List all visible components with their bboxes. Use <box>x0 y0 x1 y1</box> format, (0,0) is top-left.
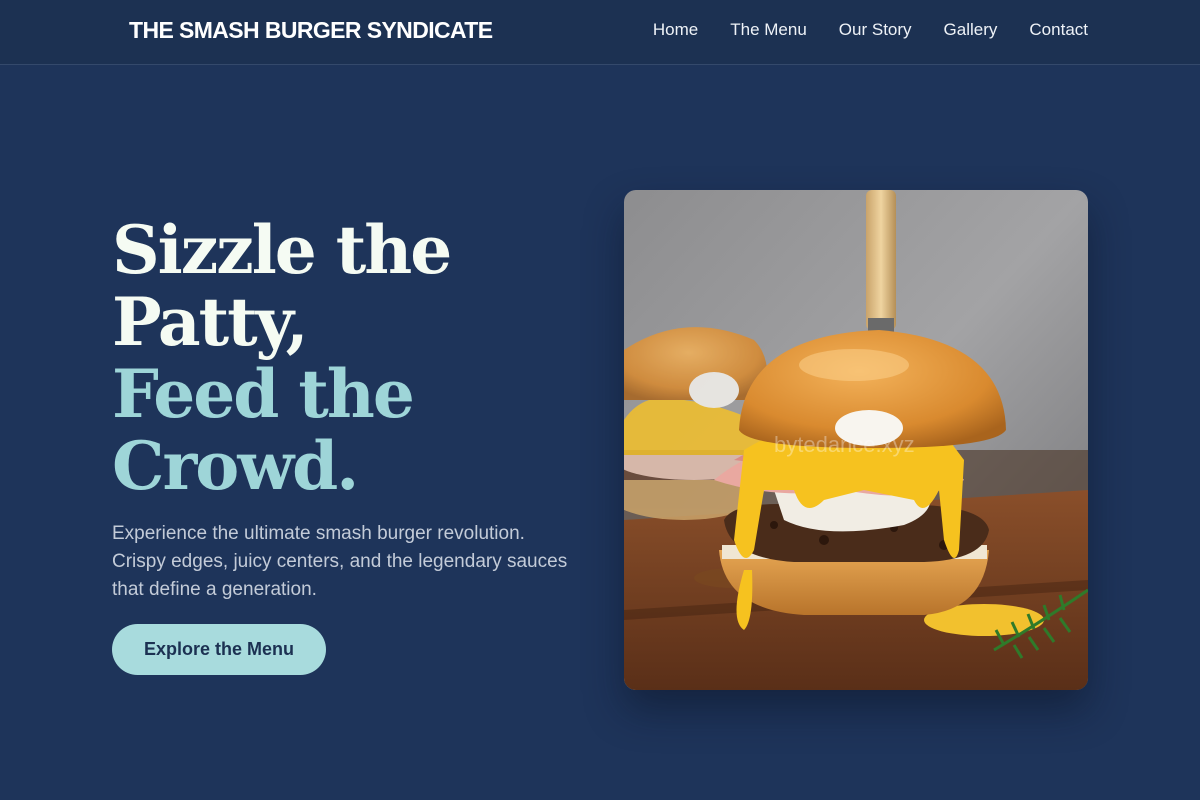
headline-line-3: Feed the <box>112 355 415 433</box>
hero-headline: Sizzle the Patty, Feed the Crowd. <box>112 214 592 502</box>
nav-link-menu[interactable]: The Menu <box>730 20 807 40</box>
headline-line-1: Sizzle the <box>112 211 452 289</box>
nav-link-gallery[interactable]: Gallery <box>944 20 998 40</box>
headline-line-4: Crowd. <box>112 427 359 505</box>
explore-menu-button[interactable]: Explore the Menu <box>112 624 327 675</box>
nav-link-contact[interactable]: Contact <box>1029 20 1088 40</box>
photo-watermark: bytedance.xyz <box>774 432 915 457</box>
nav-link-home[interactable]: Home <box>653 20 698 40</box>
hero-text: Sizzle the Patty, Feed the Crowd. Experi… <box>112 214 592 675</box>
hero-subtitle: Experience the ultimate smash burger rev… <box>112 523 568 600</box>
main-nav: Home The Menu Our Story Gallery Contact <box>653 20 1088 40</box>
nav-link-story[interactable]: Our Story <box>839 20 912 40</box>
brand-logo-text[interactable]: THE SMASH BURGER SYNDICATE <box>129 17 493 44</box>
site-header: THE SMASH BURGER SYNDICATE Home The Menu… <box>0 0 1200 65</box>
burger-illustration: bytedance.xyz <box>624 190 1088 690</box>
burger-photo: bytedance.xyz <box>624 190 1088 690</box>
headline-line-2: Patty, <box>112 283 309 361</box>
